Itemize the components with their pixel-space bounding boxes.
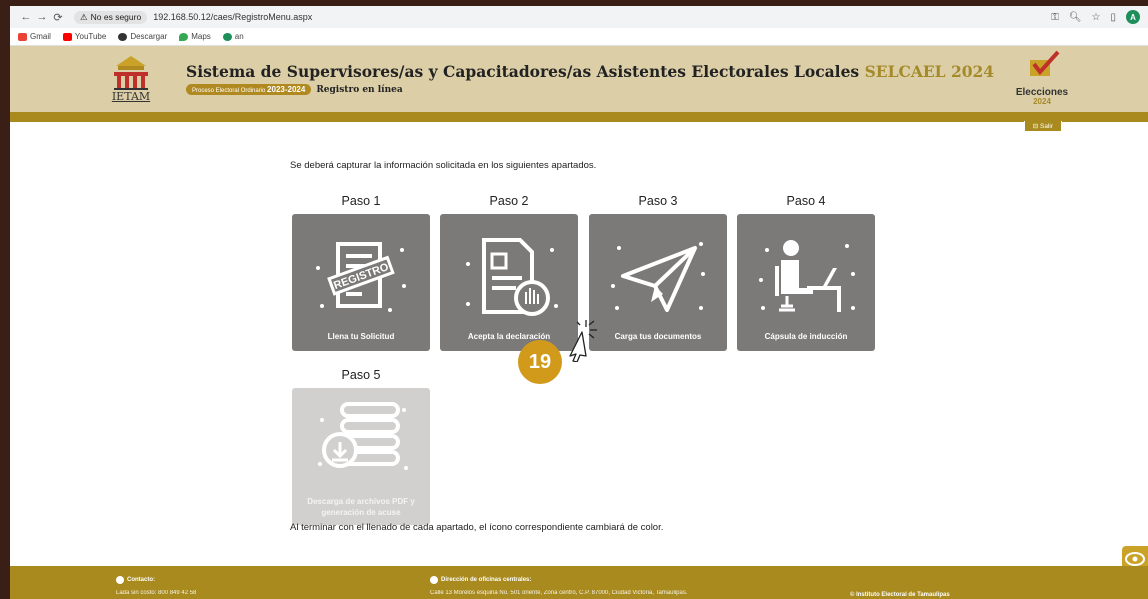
step-label: Paso 5 bbox=[341, 368, 381, 382]
step-card-capsula[interactable]: Cápsula de inducción bbox=[737, 214, 875, 351]
bookmark-gmail[interactable]: Gmail bbox=[18, 32, 51, 41]
process-chip: Proceso Electoral Ordinario 2023-2024 bbox=[186, 84, 312, 95]
browser-window: ← → ⟳ ⚠ No es seguro 192.168.50.12/caes/… bbox=[10, 6, 1148, 599]
bookmark-maps[interactable]: Maps bbox=[179, 32, 211, 41]
checkmark-ballot-icon bbox=[1030, 50, 1060, 76]
step-label: Paso 2 bbox=[489, 194, 529, 208]
phone-icon bbox=[116, 576, 124, 584]
step-card-label: Cápsula de inducción bbox=[764, 332, 848, 342]
site-footer: Contacto: Lada sin costo: 800 849 42 58 … bbox=[10, 566, 1148, 599]
contact-phone: Lada sin costo: 800 849 42 58 bbox=[116, 590, 197, 596]
main-content: Se deberá capturar la información solici… bbox=[10, 132, 1148, 572]
ietam-logo-text: IETAM bbox=[111, 90, 151, 103]
zoom-icon[interactable]: 🔍︎ bbox=[1069, 12, 1082, 23]
paper-plane-icon bbox=[611, 242, 705, 312]
step-label: Paso 3 bbox=[638, 194, 678, 208]
mouse-cursor-icon bbox=[569, 320, 597, 362]
step-label: Paso 1 bbox=[341, 194, 381, 208]
bookmark-an[interactable]: an bbox=[222, 32, 244, 41]
site-header: IETAM Sistema de Supervisores/as y Capac… bbox=[10, 46, 1148, 112]
step-4: Paso 4 Cápsula de inducción bbox=[737, 194, 875, 351]
step-label: Paso 4 bbox=[786, 194, 826, 208]
document-hand-icon bbox=[466, 238, 558, 316]
url-text[interactable]: 192.168.50.12/caes/RegistroMenu.aspx bbox=[153, 12, 312, 22]
browser-toolbar: ← → ⟳ ⚠ No es seguro 192.168.50.12/caes/… bbox=[10, 6, 1148, 28]
salir-button[interactable]: ⊟ Salir bbox=[1023, 121, 1062, 131]
step-card-declaracion[interactable]: Acepta la declaración bbox=[440, 214, 578, 351]
sidepanel-icon[interactable]: ▯ bbox=[1110, 12, 1116, 23]
forward-icon[interactable]: → bbox=[34, 11, 50, 23]
step-card-label: Llena tu Solicitud bbox=[327, 332, 395, 342]
profile-avatar[interactable]: A bbox=[1126, 10, 1140, 24]
an-icon bbox=[222, 32, 232, 41]
footer-contact: Contacto: Lada sin costo: 800 849 42 58 bbox=[116, 576, 197, 596]
registro-document-icon: REGISTRO bbox=[316, 242, 406, 312]
step-number-badge: 19 bbox=[518, 340, 562, 384]
bottom-note: Al terminar con el llenado de cada apart… bbox=[290, 522, 664, 533]
star-icon[interactable]: ☆ bbox=[1092, 12, 1101, 23]
bookmarks-bar: Gmail YouTube Descargar Maps an bbox=[10, 28, 1148, 46]
instruction-text: Se deberá capturar la información solici… bbox=[290, 160, 597, 171]
person-desk-icon bbox=[759, 240, 855, 312]
elecciones-logo: Elecciones 2024 bbox=[1012, 50, 1072, 106]
title-accent: SELCAEL 2024 bbox=[864, 62, 995, 81]
bookmark-youtube[interactable]: YouTube bbox=[62, 32, 106, 41]
footer-address: Dirección de oficinas centrales: Calle 1… bbox=[430, 576, 688, 596]
step-card-label: Carga tus documentos bbox=[614, 332, 702, 342]
footer-copyright: © Instituto Electoral de Tamaulipas bbox=[850, 592, 950, 598]
step-2: Paso 2 Acepta la declaración bbox=[440, 194, 578, 351]
back-icon[interactable]: ← bbox=[18, 11, 34, 23]
exit-icon: ⊟ bbox=[1032, 123, 1039, 130]
address-text: Calle 13 Morelos esquina No. 501 oriente… bbox=[430, 590, 688, 596]
warning-icon: ⚠ bbox=[80, 11, 88, 22]
password-key-icon[interactable]: ⚿ bbox=[1051, 12, 1059, 23]
step-card-documentos[interactable]: Carga tus documentos bbox=[589, 214, 727, 351]
gmail-icon bbox=[18, 32, 27, 41]
step-card-descarga[interactable]: Descarga de archivos PDF y generación de… bbox=[292, 388, 430, 525]
bookmark-descargar[interactable]: Descargar bbox=[118, 32, 167, 41]
subtitle: Registro en línea bbox=[316, 84, 403, 95]
step-3: Paso 3 Carga tus documentos bbox=[589, 194, 727, 351]
step-5: Paso 5 Descarga de archivos PDF y genera… bbox=[292, 368, 430, 525]
step-card-label: Acepta la declaración bbox=[467, 332, 551, 342]
security-chip[interactable]: ⚠ No es seguro bbox=[74, 10, 148, 24]
step-card-label: Descarga de archivos PDF y generación de… bbox=[307, 497, 415, 518]
youtube-icon bbox=[62, 32, 72, 41]
step-card-solicitud[interactable]: REGISTRO Llena tu Solicitud bbox=[292, 214, 430, 351]
header-gold-bar bbox=[10, 112, 1148, 122]
page-title: Sistema de Supervisores/as y Capacitador… bbox=[186, 62, 995, 81]
location-pin-icon bbox=[430, 576, 438, 584]
address-bar[interactable]: ⚠ No es seguro 192.168.50.12/caes/Regist… bbox=[74, 10, 312, 24]
reload-icon[interactable]: ⟳ bbox=[50, 11, 66, 24]
step-1: Paso 1 REGISTRO Llena tu Solicitud bbox=[292, 194, 430, 351]
ietam-logo[interactable]: IETAM bbox=[106, 54, 156, 106]
globe-icon bbox=[118, 32, 128, 41]
maps-pin-icon bbox=[179, 32, 189, 41]
